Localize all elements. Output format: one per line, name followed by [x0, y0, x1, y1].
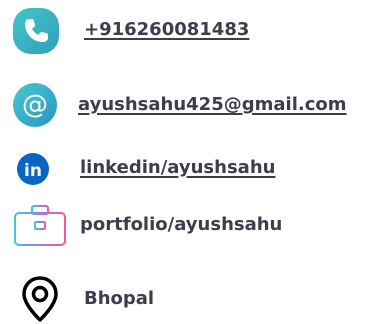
contact-portfolio: portfolio/ayushsahu [0, 200, 385, 248]
at-sign-icon[interactable]: @ [12, 82, 58, 128]
briefcase-icon[interactable] [12, 202, 68, 248]
contact-linkedin: in linkedin/ayushsahu [0, 148, 385, 196]
location-text: Bhopal [84, 288, 155, 309]
contact-email: @ ayushsahu425@gmail.com [0, 82, 385, 130]
contact-location: Bhopal [0, 275, 385, 323]
contact-phone: +916260081483 [0, 7, 385, 55]
location-pin-icon [22, 276, 58, 322]
phone-icon[interactable] [12, 7, 60, 55]
svg-text:@: @ [22, 90, 48, 120]
svg-text:in: in [24, 161, 42, 181]
phone-link[interactable]: +916260081483 [84, 19, 249, 41]
linkedin-icon[interactable]: in [16, 152, 50, 186]
linkedin-link[interactable]: linkedin/ayushsahu [80, 157, 275, 179]
portfolio-text[interactable]: portfolio/ayushsahu [80, 214, 282, 236]
email-link[interactable]: ayushsahu425@gmail.com [78, 94, 347, 116]
